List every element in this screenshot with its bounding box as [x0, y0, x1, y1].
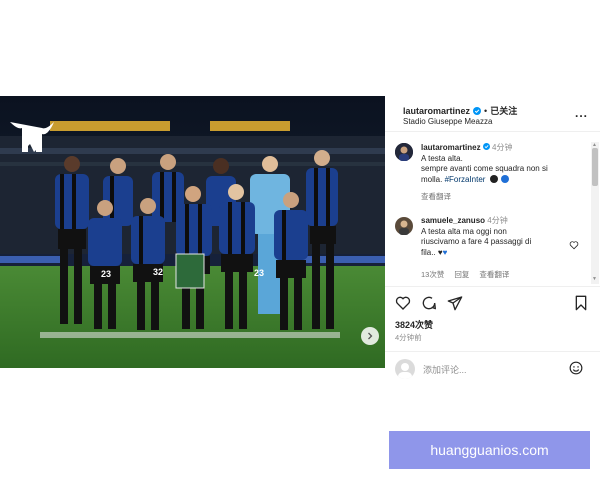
- location-link[interactable]: Stadio Giuseppe Meazza: [403, 117, 492, 126]
- follow-status-button[interactable]: 已关注: [490, 104, 517, 117]
- caption-avatar[interactable]: [395, 143, 413, 161]
- current-user-avatar: [395, 359, 415, 379]
- share-button[interactable]: [447, 295, 463, 316]
- bookmark-icon: [575, 295, 587, 311]
- post-panel: lautaromartinez • 已关注 Stadio Giuseppe Me…: [385, 96, 600, 384]
- reply-button[interactable]: 回复: [454, 269, 469, 280]
- hashtag-link[interactable]: #ForzaInter: [445, 175, 486, 184]
- comment-button[interactable]: [421, 295, 437, 316]
- caption-text: lautaromartinez 4分钟 A testa alta. sempre…: [421, 143, 587, 185]
- header-user-row: lautaromartinez • 已关注: [403, 104, 517, 117]
- emoji-button[interactable]: [569, 361, 583, 380]
- heart-outline-icon: [569, 241, 579, 250]
- header-separator: •: [484, 105, 488, 116]
- comment-text: samuele_zanuso 4分钟 A testa alta ma oggi …: [421, 216, 561, 258]
- comment-input[interactable]: 添加评论...: [423, 363, 563, 376]
- comment-username[interactable]: samuele_zanuso: [421, 216, 485, 225]
- header-username[interactable]: lautaromartinez: [403, 106, 470, 116]
- blue-circle-icon: [500, 175, 509, 184]
- comment-avatar[interactable]: [395, 217, 413, 235]
- comment-meta: 13次赞 回复 查看翻译: [421, 269, 509, 280]
- verified-badge-icon: [473, 106, 482, 115]
- caption-username[interactable]: lautaromartinez: [421, 143, 481, 152]
- comment-bubble-icon: [422, 296, 436, 310]
- like-button[interactable]: [395, 295, 411, 316]
- post-header: lautaromartinez • 已关注 Stadio Giuseppe Me…: [385, 96, 600, 132]
- comment-line: A testa alta ma oggi non: [421, 226, 507, 236]
- team-photo: 23 32 23: [0, 96, 385, 368]
- scrollbar-thumb[interactable]: [592, 148, 598, 186]
- jersey-number: 32: [153, 267, 163, 277]
- chevron-right-icon: [368, 332, 373, 340]
- comment-like-button[interactable]: [569, 237, 579, 255]
- comment-time: 4分钟: [487, 216, 508, 225]
- like-count[interactable]: 3824次赞: [395, 318, 433, 331]
- comments-scrollbar[interactable]: ▲ ▼: [591, 142, 599, 284]
- channel-logo-icon: [8, 118, 56, 158]
- caption-line: molla.: [421, 174, 445, 184]
- verified-badge-icon: [482, 143, 490, 150]
- send-icon: [447, 296, 463, 311]
- save-button[interactable]: [574, 295, 588, 316]
- smiley-icon: [569, 361, 583, 375]
- black-circle-icon: [489, 175, 498, 184]
- more-options-button[interactable]: ...: [575, 106, 588, 120]
- comment-translate-button[interactable]: 查看翻译: [479, 269, 509, 280]
- caption-translate-button[interactable]: 查看翻译: [421, 191, 451, 202]
- scroll-down-arrow-icon[interactable]: ▼: [592, 276, 597, 282]
- jersey-number: 23: [101, 269, 111, 279]
- caption-line: A testa alta.: [421, 153, 463, 163]
- next-image-button[interactable]: [361, 327, 379, 345]
- heart-outline-icon: [395, 296, 411, 310]
- post-actions: 3824次赞 4分钟前 添加评论...: [385, 286, 600, 384]
- post-timestamp: 4分钟前: [395, 333, 422, 342]
- comments-list: lautaromartinez 4分钟 A testa alta. sempre…: [385, 140, 590, 286]
- caption-line: sempre avanti come squadra non si: [421, 164, 548, 173]
- comment-line: riuscivamo a fare 4 passaggi di: [421, 237, 532, 246]
- comment-likes[interactable]: 13次赞: [421, 269, 444, 280]
- watermark-banner: huangguanios.com: [389, 431, 590, 469]
- caption-time: 4分钟: [492, 143, 513, 152]
- comment-composer: 添加评论...: [385, 351, 600, 383]
- blue-heart-icon: ♥: [442, 247, 448, 257]
- post-image[interactable]: 23 32 23: [0, 96, 385, 368]
- comment-line: fila..: [421, 247, 436, 257]
- jersey-number: 23: [254, 268, 264, 278]
